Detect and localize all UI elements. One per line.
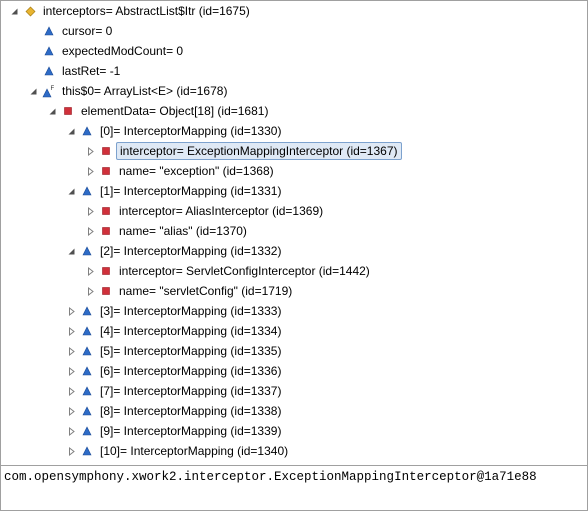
field-private-icon (61, 104, 75, 118)
field-default-icon (42, 64, 56, 78)
tree-row[interactable]: elementData= Object[18] (id=1681) (1, 101, 587, 121)
field-private-icon (99, 224, 113, 238)
tree-row-label[interactable]: elementData= Object[18] (id=1681) (78, 101, 271, 121)
tree-row[interactable]: [3]= InterceptorMapping (id=1333) (1, 301, 587, 321)
tree-row-label-selected[interactable]: interceptor= ExceptionMappingInterceptor… (116, 142, 402, 160)
tree-row[interactable]: expectedModCount= 0 (1, 41, 587, 61)
tree-row[interactable]: Fthis$0= ArrayList<E> (id=1678) (1, 81, 587, 101)
collapsed-triangle-icon[interactable] (65, 401, 77, 421)
tree-row[interactable]: [4]= InterceptorMapping (id=1334) (1, 321, 587, 341)
field-private-icon (99, 164, 113, 178)
collapsed-triangle-icon[interactable] (84, 281, 96, 301)
collapsed-triangle-icon[interactable] (84, 261, 96, 281)
tree-row-label[interactable]: [1]= InterceptorMapping (id=1331) (97, 181, 284, 201)
tree-row-label[interactable]: cursor= 0 (59, 21, 115, 41)
tree-row[interactable]: cursor= 0 (1, 21, 587, 41)
field-default-icon (80, 244, 94, 258)
field-private-icon (99, 264, 113, 278)
tree-row-label[interactable]: lastRet= -1 (59, 61, 123, 81)
field-final-icon: F (42, 84, 56, 98)
tree-row-label[interactable]: name= "servletConfig" (id=1719) (116, 281, 295, 301)
expanded-triangle-icon[interactable] (27, 81, 39, 101)
field-default-icon (42, 24, 56, 38)
field-default-icon (80, 344, 94, 358)
collapsed-triangle-icon[interactable] (65, 301, 77, 321)
field-default-icon (80, 444, 94, 458)
collapsed-triangle-icon[interactable] (84, 201, 96, 221)
svg-text:F: F (51, 86, 55, 92)
tree-row[interactable]: interceptors= AbstractList$Itr (id=1675) (1, 1, 587, 21)
field-default-icon (80, 424, 94, 438)
collapsed-triangle-icon[interactable] (65, 321, 77, 341)
tree-row-label[interactable]: [8]= InterceptorMapping (id=1338) (97, 401, 284, 421)
tree-row-label[interactable]: this$0= ArrayList<E> (id=1678) (59, 81, 230, 101)
tree-row-label[interactable]: interceptor= ServletConfigInterceptor (i… (116, 261, 373, 281)
tree-row-label[interactable]: interceptors= AbstractList$Itr (id=1675) (40, 1, 253, 21)
tree-row-label[interactable]: name= "exception" (id=1368) (116, 161, 277, 181)
tree-row[interactable]: [5]= InterceptorMapping (id=1335) (1, 341, 587, 361)
tree-row-label[interactable]: expectedModCount= 0 (59, 41, 186, 61)
collapsed-triangle-icon[interactable] (84, 141, 96, 161)
expanded-triangle-icon[interactable] (65, 181, 77, 201)
tree-row[interactable]: [10]= InterceptorMapping (id=1340) (1, 441, 587, 461)
tree-row-label[interactable]: [5]= InterceptorMapping (id=1335) (97, 341, 284, 361)
detail-pane[interactable]: com.opensymphony.xwork2.interceptor.Exce… (1, 465, 587, 510)
tree-row-label[interactable]: [6]= InterceptorMapping (id=1336) (97, 361, 284, 381)
tree-row[interactable]: [6]= InterceptorMapping (id=1336) (1, 361, 587, 381)
collapsed-triangle-icon[interactable] (84, 221, 96, 241)
collapsed-triangle-icon[interactable] (65, 381, 77, 401)
field-private-icon (99, 144, 113, 158)
tree-row-label[interactable]: [7]= InterceptorMapping (id=1337) (97, 381, 284, 401)
expanded-triangle-icon[interactable] (65, 241, 77, 261)
field-private-icon (99, 284, 113, 298)
tree-row[interactable]: name= "alias" (id=1370) (1, 221, 587, 241)
expanded-triangle-icon[interactable] (46, 101, 58, 121)
tree-row[interactable]: interceptor= ExceptionMappingInterceptor… (1, 141, 587, 161)
collapsed-triangle-icon[interactable] (84, 161, 96, 181)
expanded-triangle-icon[interactable] (8, 1, 20, 21)
tree-row[interactable]: [9]= InterceptorMapping (id=1339) (1, 421, 587, 441)
collapsed-triangle-icon[interactable] (65, 341, 77, 361)
tree-row[interactable]: [8]= InterceptorMapping (id=1338) (1, 401, 587, 421)
collapsed-triangle-icon[interactable] (65, 441, 77, 461)
variables-tree[interactable]: interceptors= AbstractList$Itr (id=1675)… (1, 1, 587, 465)
tree-row-label[interactable]: name= "alias" (id=1370) (116, 221, 250, 241)
tree-row[interactable]: [2]= InterceptorMapping (id=1332) (1, 241, 587, 261)
collapsed-triangle-icon[interactable] (65, 361, 77, 381)
tree-row[interactable]: [1]= InterceptorMapping (id=1331) (1, 181, 587, 201)
tree-row-label[interactable]: [3]= InterceptorMapping (id=1333) (97, 301, 284, 321)
tree-row[interactable]: lastRet= -1 (1, 61, 587, 81)
tree-row[interactable]: name= "exception" (id=1368) (1, 161, 587, 181)
field-default-icon (80, 364, 94, 378)
tree-row-label[interactable]: interceptor= AliasInterceptor (id=1369) (116, 201, 326, 221)
tree-row-label[interactable]: [10]= InterceptorMapping (id=1340) (97, 441, 291, 461)
tree-row-label[interactable]: [2]= InterceptorMapping (id=1332) (97, 241, 284, 261)
field-default-icon (80, 184, 94, 198)
variables-view: interceptors= AbstractList$Itr (id=1675)… (0, 0, 588, 511)
tree-row-label[interactable]: [0]= InterceptorMapping (id=1330) (97, 121, 284, 141)
field-default-icon (80, 124, 94, 138)
detail-pane-text: com.opensymphony.xwork2.interceptor.Exce… (4, 470, 537, 484)
field-private-icon (99, 204, 113, 218)
field-default-icon (42, 44, 56, 58)
tree-row-label[interactable]: [4]= InterceptorMapping (id=1334) (97, 321, 284, 341)
tree-row[interactable]: [0]= InterceptorMapping (id=1330) (1, 121, 587, 141)
field-default-icon (80, 304, 94, 318)
field-protected-icon (23, 4, 37, 18)
field-default-icon (80, 404, 94, 418)
tree-row[interactable]: interceptor= ServletConfigInterceptor (i… (1, 261, 587, 281)
expanded-triangle-icon[interactable] (65, 121, 77, 141)
field-default-icon (80, 384, 94, 398)
tree-row[interactable]: [7]= InterceptorMapping (id=1337) (1, 381, 587, 401)
field-default-icon (80, 324, 94, 338)
tree-row[interactable]: name= "servletConfig" (id=1719) (1, 281, 587, 301)
collapsed-triangle-icon[interactable] (65, 421, 77, 441)
tree-row-label[interactable]: [9]= InterceptorMapping (id=1339) (97, 421, 284, 441)
tree-row[interactable]: interceptor= AliasInterceptor (id=1369) (1, 201, 587, 221)
